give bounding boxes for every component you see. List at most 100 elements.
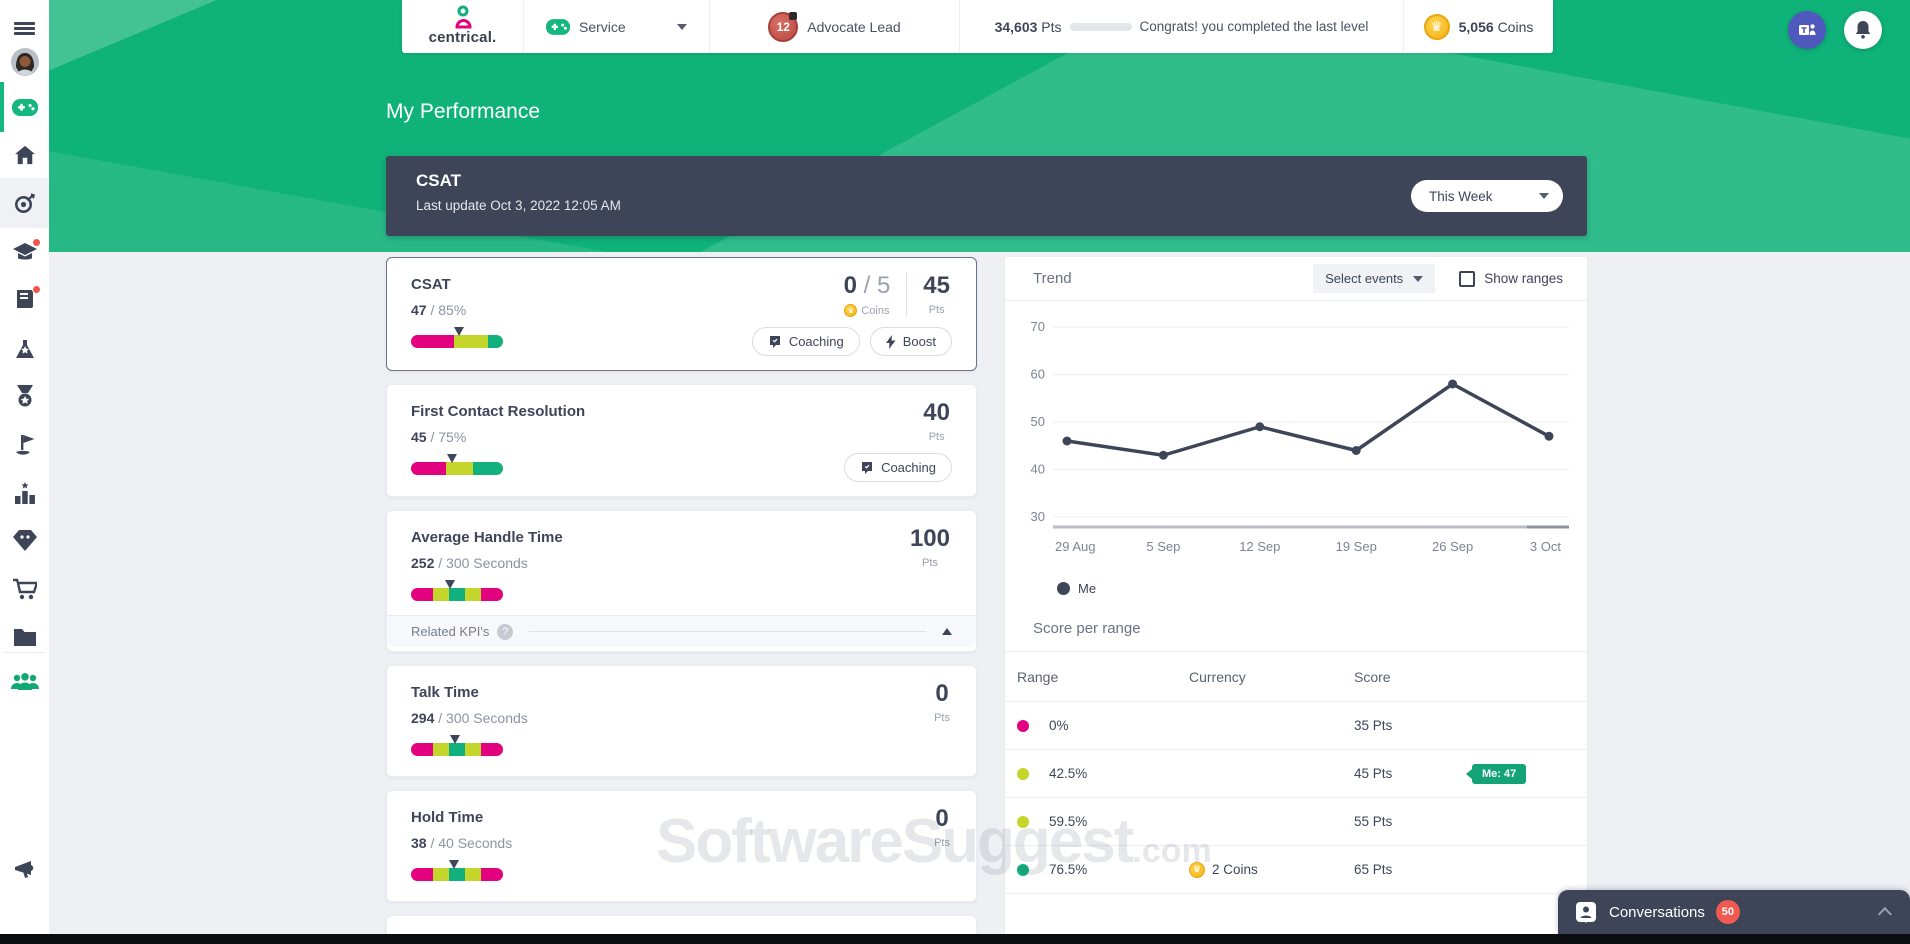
centrical-logo[interactable]: centrical. bbox=[402, 0, 524, 53]
page-title: My Performance bbox=[386, 100, 540, 124]
table-row[interactable]: 0% 35 Pts bbox=[1005, 702, 1587, 750]
golf-flag-icon bbox=[13, 433, 37, 457]
points-unit: Pts bbox=[1041, 19, 1061, 35]
show-ranges-toggle[interactable]: Show ranges bbox=[1459, 271, 1563, 287]
sidebar-item-challenges[interactable] bbox=[0, 329, 49, 369]
podium-icon bbox=[13, 482, 37, 504]
level-name: Advocate Lead bbox=[807, 19, 900, 35]
lightning-icon bbox=[886, 335, 896, 349]
sidebar-item-learning[interactable] bbox=[0, 232, 49, 272]
coaching-button[interactable]: Coaching bbox=[844, 453, 952, 482]
related-kpis-toggle[interactable]: Related KPI's ? bbox=[387, 615, 976, 647]
megaphone-icon bbox=[13, 860, 37, 880]
trend-chart: 706050403029 Aug5 Sep12 Sep19 Sep26 Sep3… bbox=[1005, 301, 1587, 577]
period-selector[interactable]: This Week bbox=[1411, 180, 1563, 212]
table-row[interactable]: 42.5% 45 Pts Me: 47 bbox=[1005, 750, 1587, 798]
sidebar-item-games[interactable] bbox=[0, 87, 49, 127]
kpi-value: 38 / 40 Seconds bbox=[411, 835, 952, 851]
sidebar-item-badges[interactable] bbox=[0, 377, 49, 417]
sidebar-item-feedback[interactable] bbox=[0, 279, 49, 319]
sidebar-item-announcements[interactable] bbox=[0, 850, 49, 890]
bell-icon bbox=[1854, 20, 1872, 40]
svg-text:70: 70 bbox=[1031, 319, 1045, 334]
teams-button[interactable] bbox=[1788, 11, 1826, 49]
score-per-range-title: Score per range bbox=[1005, 596, 1587, 652]
sidebar-item-performance[interactable] bbox=[0, 183, 49, 223]
svg-text:40: 40 bbox=[1031, 462, 1045, 477]
kpi-progress-bar bbox=[411, 743, 503, 756]
table-row[interactable]: 76.5% ♛2 Coins 65 Pts bbox=[1005, 846, 1587, 894]
gamepad-icon bbox=[546, 19, 570, 35]
coins-status[interactable]: ♛ 5,056 Coins bbox=[1404, 0, 1553, 53]
svg-text:29 Aug: 29 Aug bbox=[1055, 539, 1096, 554]
chevron-up-icon[interactable] bbox=[1878, 907, 1892, 921]
medal-icon bbox=[15, 385, 35, 409]
divider bbox=[529, 631, 926, 632]
sidebar-item-milestones[interactable] bbox=[0, 425, 49, 465]
kpi-progress-bar bbox=[411, 462, 503, 475]
points-status[interactable]: 34,603 Pts Congrats! you completed the l… bbox=[960, 0, 1404, 53]
level-status[interactable]: 12 Advocate Lead bbox=[710, 0, 960, 53]
cart-icon bbox=[13, 578, 37, 600]
range-color-dot bbox=[1017, 816, 1029, 828]
sidebar-item-shop[interactable] bbox=[0, 569, 49, 609]
service-selector[interactable]: Service bbox=[524, 0, 710, 53]
notification-dot bbox=[32, 285, 41, 294]
chart-legend: Me bbox=[1005, 577, 1587, 596]
kpi-card-hold-time[interactable]: Hold Time 38 / 40 Seconds 0 Pts bbox=[386, 790, 977, 902]
coaching-button[interactable]: Coaching bbox=[752, 327, 860, 356]
show-ranges-checkbox[interactable] bbox=[1459, 271, 1475, 287]
kpi-card-list: CSAT 47 / 85% 0 / 5 ♛Coins 45 Pts Coachi… bbox=[386, 257, 977, 944]
coins-value: 5,056 bbox=[1459, 19, 1494, 35]
coaching-icon bbox=[768, 335, 782, 349]
period-value: This Week bbox=[1429, 189, 1493, 204]
sidebar-item-leaderboard[interactable] bbox=[0, 473, 49, 513]
coins-earned: 0 / 5 ♛Coins bbox=[828, 272, 907, 317]
chevron-down-icon bbox=[677, 24, 687, 30]
table-row[interactable]: 59.5% 55 Pts bbox=[1005, 798, 1587, 846]
notifications-button[interactable] bbox=[1844, 11, 1882, 49]
svg-text:19 Sep: 19 Sep bbox=[1336, 539, 1377, 554]
conversations-widget[interactable]: Conversations 50 bbox=[1558, 890, 1910, 934]
chevron-up-icon bbox=[942, 628, 952, 635]
chevron-down-icon bbox=[1413, 276, 1423, 282]
flask-icon bbox=[13, 338, 37, 360]
points-earned: 0 Pts bbox=[918, 805, 952, 849]
kpi-value: 45 / 75% bbox=[411, 429, 952, 445]
kpi-card-first-contact-resolution[interactable]: First Contact Resolution 45 / 75% 40 Pts… bbox=[386, 384, 977, 497]
boost-button[interactable]: Boost bbox=[870, 327, 952, 356]
points-earned: 40 Pts bbox=[907, 399, 952, 443]
svg-text:50: 50 bbox=[1031, 414, 1045, 429]
trend-panel: Trend Select events Show ranges 70 60 50 40… bbox=[1005, 257, 1587, 944]
svg-text:12 Sep: 12 Sep bbox=[1239, 539, 1280, 554]
sidebar-item-home[interactable] bbox=[0, 135, 49, 175]
svg-text:60: 60 bbox=[1031, 367, 1045, 382]
points-value: 34,603 bbox=[995, 19, 1038, 35]
top-navigation-bar: centrical. Service 12 Advocate Lead 34,6… bbox=[402, 0, 1553, 53]
kpi-card-csat[interactable]: CSAT 47 / 85% 0 / 5 ♛Coins 45 Pts Coachi… bbox=[386, 257, 977, 371]
folder-icon bbox=[13, 628, 37, 647]
sidebar-item-gems[interactable] bbox=[0, 520, 49, 560]
coin-icon: ♛ bbox=[1189, 862, 1205, 878]
sidebar-item-files[interactable] bbox=[0, 617, 49, 657]
logo-text: centrical. bbox=[429, 29, 497, 46]
kpi-header-bar: CSAT Last update Oct 3, 2022 12:05 AM Th… bbox=[386, 156, 1587, 236]
kpi-name: Hold Time bbox=[411, 809, 952, 826]
screen-bottom-strip bbox=[0, 934, 1910, 944]
column-score: Score bbox=[1354, 669, 1391, 685]
chevron-down-icon bbox=[1539, 193, 1549, 199]
coins-unit: Coins bbox=[1498, 19, 1534, 35]
points-earned: 100 Pts bbox=[894, 525, 952, 569]
user-avatar[interactable] bbox=[0, 42, 49, 82]
table-header-row: Range Currency Score bbox=[1005, 652, 1587, 702]
select-events-dropdown[interactable]: Select events bbox=[1313, 264, 1435, 293]
svg-text:5 Sep: 5 Sep bbox=[1146, 539, 1180, 554]
kpi-header-title: CSAT bbox=[416, 171, 1567, 191]
kpi-card-average-handle-time[interactable]: Average Handle Time 252 / 300 Seconds 10… bbox=[386, 510, 977, 652]
help-icon[interactable]: ? bbox=[497, 624, 513, 640]
trend-header: Trend Select events Show ranges bbox=[1005, 257, 1587, 301]
line-chart: 706050403029 Aug5 Sep12 Sep19 Sep26 Sep3… bbox=[1015, 309, 1575, 577]
level-badge: 12 bbox=[768, 12, 798, 42]
sidebar-item-community[interactable] bbox=[0, 662, 49, 702]
kpi-card-talk-time[interactable]: Talk Time 294 / 300 Seconds 0 Pts bbox=[386, 665, 977, 777]
